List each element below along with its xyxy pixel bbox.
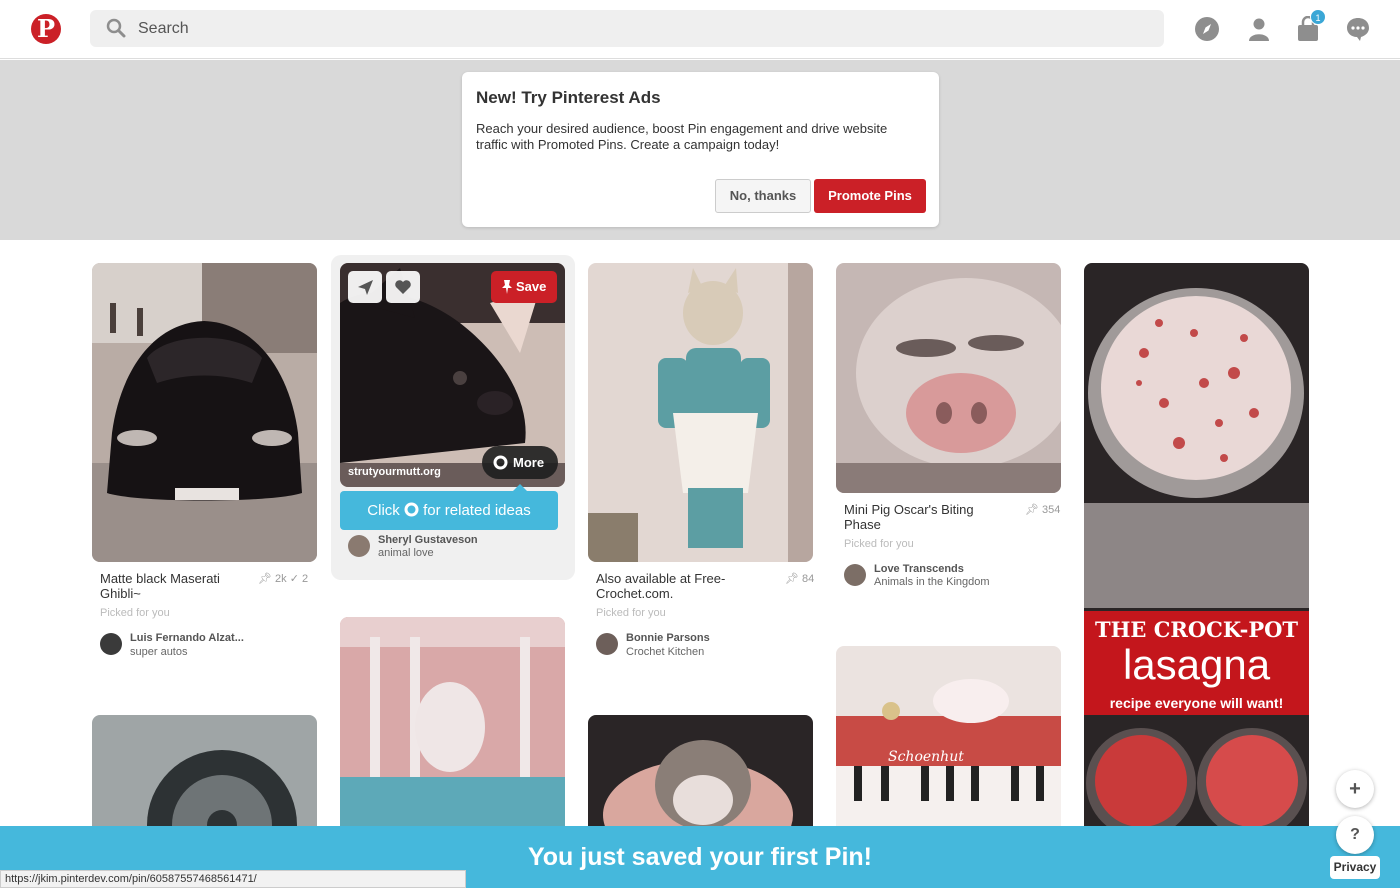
tip-prefix: Click: [367, 502, 400, 519]
lasagna-overlay-line2: lasagna: [1122, 641, 1271, 688]
pin-image-wheel[interactable]: [92, 715, 317, 835]
picked-for-you-label: Picked for you: [100, 607, 170, 619]
pin-image-piano-pig[interactable]: Schoenhut: [836, 646, 1061, 836]
search-bar[interactable]: [90, 10, 1164, 47]
piano-brand-label: Schoenhut: [888, 749, 964, 765]
promote-pins-button[interactable]: Promote Pins: [814, 179, 926, 213]
lasagna-overlay-line3: recipe everyone will want!: [1109, 695, 1284, 711]
pin-title[interactable]: Mini Pig Oscar's Biting Phase: [844, 502, 994, 532]
board-name[interactable]: super autos: [130, 646, 187, 658]
lens-icon: [493, 455, 508, 470]
pinterest-logo[interactable]: P: [31, 14, 61, 44]
tip-arrow: [513, 484, 527, 491]
explore-icon[interactable]: [1194, 16, 1220, 42]
pin-title[interactable]: Also available at Free-Crochet.com.: [596, 571, 746, 601]
heart-icon: [395, 280, 411, 294]
search-icon: [106, 18, 126, 38]
ads-promo-title: New! Try Pinterest Ads: [476, 88, 661, 107]
ads-promo-body: Reach your desired audience, boost Pin e…: [476, 121, 888, 152]
pin-image-hedgehog[interactable]: [588, 715, 813, 835]
send-icon: [358, 280, 373, 295]
avatar[interactable]: [100, 633, 122, 655]
notification-badge: 1: [1310, 9, 1326, 25]
help-button[interactable]: ?: [1336, 816, 1374, 854]
avatar[interactable]: [348, 535, 370, 557]
pin-image-rat[interactable]: [340, 617, 565, 835]
board-name[interactable]: animal love: [378, 547, 434, 559]
more-button[interactable]: More: [482, 446, 558, 479]
pin-count-icon: 📌︎: [258, 573, 272, 585]
pin-image-crochet[interactable]: [588, 263, 813, 562]
pin-count-icon: 📌︎: [785, 573, 799, 585]
lasagna-overlay-line1: THE CROCK-POT: [1094, 617, 1299, 642]
pin-title[interactable]: Matte black Maserati Ghibli~: [100, 571, 245, 601]
pin-stats: 📌︎ 2k ✓ 2: [258, 572, 308, 585]
tried-icon: ✓: [289, 573, 299, 585]
like-button[interactable]: [386, 271, 420, 303]
picked-for-you-label: Picked for you: [844, 538, 914, 550]
ads-promo-card: New! Try Pinterest Ads Reach your desire…: [462, 72, 939, 227]
pinner-name[interactable]: Sheryl Gustaveson: [378, 534, 478, 546]
lens-icon: [404, 502, 419, 517]
avatar[interactable]: [844, 564, 866, 586]
pin-save-count: 2k: [275, 573, 287, 585]
profile-icon[interactable]: [1246, 16, 1272, 42]
pushpin-icon: [502, 280, 512, 294]
pin-image-pig[interactable]: [836, 263, 1061, 493]
add-button[interactable]: +: [1336, 770, 1374, 808]
board-name[interactable]: Animals in the Kingdom: [874, 576, 990, 588]
board-name[interactable]: Crochet Kitchen: [626, 646, 704, 658]
pin-stats: 📌︎ 354: [1025, 503, 1060, 516]
search-input[interactable]: [138, 10, 1138, 47]
pin-domain[interactable]: strutyourmutt.org: [348, 466, 441, 478]
top-header: P 1: [0, 0, 1400, 59]
privacy-button[interactable]: Privacy: [1330, 856, 1380, 879]
pinner-name[interactable]: Bonnie Parsons: [626, 632, 710, 644]
pin-image-car[interactable]: [92, 263, 317, 562]
picked-for-you-label: Picked for you: [596, 607, 666, 619]
save-button[interactable]: Save: [491, 271, 557, 303]
tip-suffix: for related ideas: [423, 502, 531, 519]
save-label: Save: [516, 279, 547, 294]
more-label: More: [513, 455, 545, 470]
send-button[interactable]: [348, 271, 382, 303]
pin-stats: 📌︎ 84: [785, 572, 814, 585]
pin-image-lasagna[interactable]: THE CROCK-POT lasagna recipe everyone wi…: [1084, 263, 1309, 838]
no-thanks-button[interactable]: No, thanks: [715, 179, 811, 213]
pin-count-icon: 📌︎: [1025, 504, 1039, 516]
status-bar-url: https://jkim.pinterdev.com/pin/605875574…: [0, 870, 466, 888]
messages-icon[interactable]: [1345, 16, 1371, 42]
related-ideas-tip: Click for related ideas: [340, 491, 558, 530]
avatar[interactable]: [596, 633, 618, 655]
pinner-name[interactable]: Luis Fernando Alzat...: [130, 632, 244, 644]
pinner-name[interactable]: Love Transcends: [874, 563, 964, 575]
pin-save-count: 84: [802, 573, 815, 585]
pin-tried-count: 2: [302, 573, 309, 585]
pin-save-count: 354: [1042, 504, 1061, 516]
